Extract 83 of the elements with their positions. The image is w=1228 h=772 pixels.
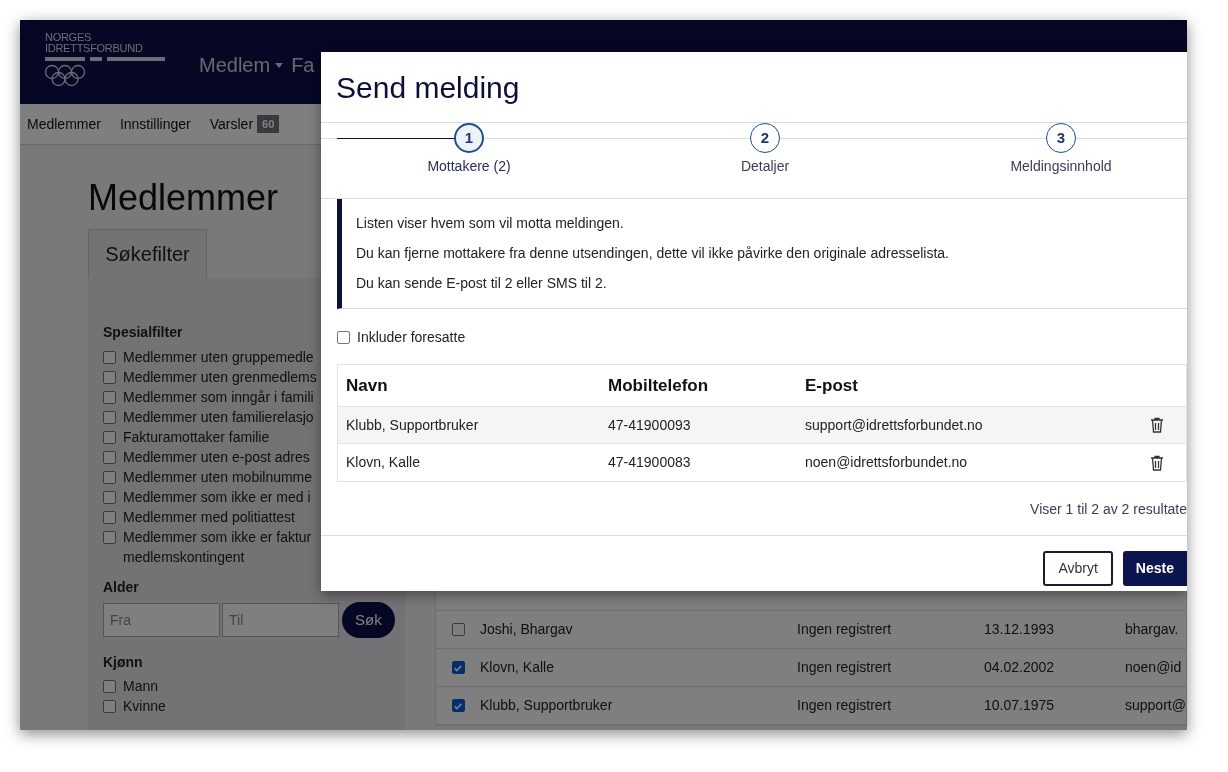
checkbox-label: Fakturamottaker familie xyxy=(123,428,270,447)
table-cell-text: noen@idrettsforbundet.no xyxy=(805,453,969,472)
checkbox[interactable] xyxy=(103,679,116,693)
table-cell-text: support@ xyxy=(1125,696,1186,715)
checkbox-label: Kvinne xyxy=(123,697,166,716)
checkbox-label: Medlemmer uten e-post adres xyxy=(123,448,310,467)
trash-icon[interactable] xyxy=(1150,454,1164,471)
checkbox[interactable] xyxy=(103,351,116,364)
table-cell-text: 47-41900093 xyxy=(608,415,692,435)
checkbox-label: medlemskontingent xyxy=(123,548,246,567)
step-label: Meldingsinnhold xyxy=(1010,157,1112,176)
checkbox[interactable] xyxy=(103,451,116,464)
checkbox[interactable] xyxy=(103,511,116,524)
checkbox[interactable] xyxy=(103,531,116,544)
page-title: Medlemmer xyxy=(88,176,280,220)
results-summary: Viser 1 til 2 av 2 resultate xyxy=(1030,500,1187,519)
menu-item[interactable]: Fa xyxy=(291,50,315,80)
column-header: Navn xyxy=(346,374,389,397)
checkbox[interactable] xyxy=(451,661,465,674)
table-cell-text: Klubb, Supportbruker xyxy=(346,415,480,435)
step-number[interactable]: 1 xyxy=(454,123,484,153)
checkbox-label: Medlemmer med politiattest xyxy=(123,508,295,527)
step-number[interactable]: 3 xyxy=(1046,123,1076,153)
search-button[interactable]: Søk xyxy=(342,602,395,638)
nav-link[interactable]: Medlemmer xyxy=(27,113,101,135)
info-text: Du kan fjerne mottakere fra denne utsendingen, dette vil ikke påvirke den originale adresselista. xyxy=(356,244,950,263)
table-cell-text: Klovn, Kalle xyxy=(480,658,555,677)
checkbox[interactable] xyxy=(103,391,116,404)
table-cell-text: Klubb, Supportbruker xyxy=(480,696,614,715)
checkbox[interactable] xyxy=(103,699,116,713)
section-heading: Alder xyxy=(103,578,139,597)
nav-link[interactable]: Varsler 60 xyxy=(209,113,280,135)
checkbox[interactable] xyxy=(337,331,350,344)
checkbox[interactable] xyxy=(103,411,116,424)
checkbox[interactable] xyxy=(103,371,116,384)
checkbox[interactable] xyxy=(451,623,465,636)
trash-icon[interactable] xyxy=(1150,417,1164,433)
checkbox[interactable] xyxy=(103,431,116,444)
column-header: Mobiltelefon xyxy=(608,374,710,397)
table-cell-text: Joshi, Bhargav xyxy=(480,620,574,639)
checkbox[interactable] xyxy=(451,699,465,712)
nav-link[interactable]: Innstillinger xyxy=(119,113,191,135)
cancel-button[interactable]: Avbryt xyxy=(1043,551,1113,586)
table-cell-text: Ingen registrert xyxy=(797,620,893,639)
next-button[interactable]: Neste xyxy=(1122,551,1187,586)
input-field[interactable]: Fra xyxy=(103,603,220,637)
column-header: E-post xyxy=(805,374,859,397)
checkbox-label: Medlemmer som ikke er faktur xyxy=(123,528,312,547)
checkbox-label: Mann xyxy=(123,677,159,696)
section-heading: Kjønn xyxy=(103,653,143,672)
checkbox-label: Inkluder foresatte xyxy=(357,328,466,347)
table-cell-text: bhargav. xyxy=(1125,620,1179,639)
menu-item[interactable]: Medlem xyxy=(199,50,284,80)
info-text: Du kan sende E-post til 2 eller SMS til 2. xyxy=(356,274,608,293)
table-cell-text: Klovn, Kalle xyxy=(346,453,421,472)
checkbox-label: Medlemmer uten mobilnumme xyxy=(123,468,313,487)
checkbox[interactable] xyxy=(103,491,116,504)
table-cell-text: noen@id xyxy=(1125,658,1182,677)
checkbox-label: Medlemmer uten familierelasjo xyxy=(123,408,314,427)
input-field[interactable]: Til xyxy=(222,603,339,637)
table-cell-text: 10.07.1975 xyxy=(984,696,1056,715)
section-heading: Spesialfilter xyxy=(103,323,183,342)
count-badge: 60 xyxy=(257,114,280,134)
logo-text: IDRETTSFORBUND xyxy=(45,43,144,54)
checkbox-label: Medlemmer uten grenmedlems xyxy=(123,368,317,387)
checkbox-label: Medlemmer som inngår i famili xyxy=(123,388,314,407)
info-text: Listen viser hvem som vil motta meldingen. xyxy=(356,214,625,233)
logo-text: NORGES xyxy=(45,32,93,43)
table-cell-text: 13.12.1993 xyxy=(984,620,1056,639)
step-label: Detaljer xyxy=(740,157,790,176)
caret-icon xyxy=(275,62,284,68)
checkbox-label: Medlemmer uten gruppemedle xyxy=(123,348,314,367)
table-cell-text: Ingen registrert xyxy=(797,696,893,715)
checkbox-label: Medlemmer som ikke er med i xyxy=(123,488,311,507)
table-cell-text: Ingen registrert xyxy=(797,658,893,677)
step-number[interactable]: 2 xyxy=(750,123,780,153)
table-cell-text: 47-41900083 xyxy=(608,453,692,472)
step-label: Mottakere (2) xyxy=(427,157,511,176)
table-cell-text: support@idrettsforbundet.no xyxy=(805,415,984,435)
dialog-title: Send melding xyxy=(336,69,520,106)
checkbox[interactable] xyxy=(103,471,116,484)
table-cell-text: 04.02.2002 xyxy=(984,658,1056,677)
filter-tab[interactable]: Søkefilter xyxy=(88,229,207,278)
